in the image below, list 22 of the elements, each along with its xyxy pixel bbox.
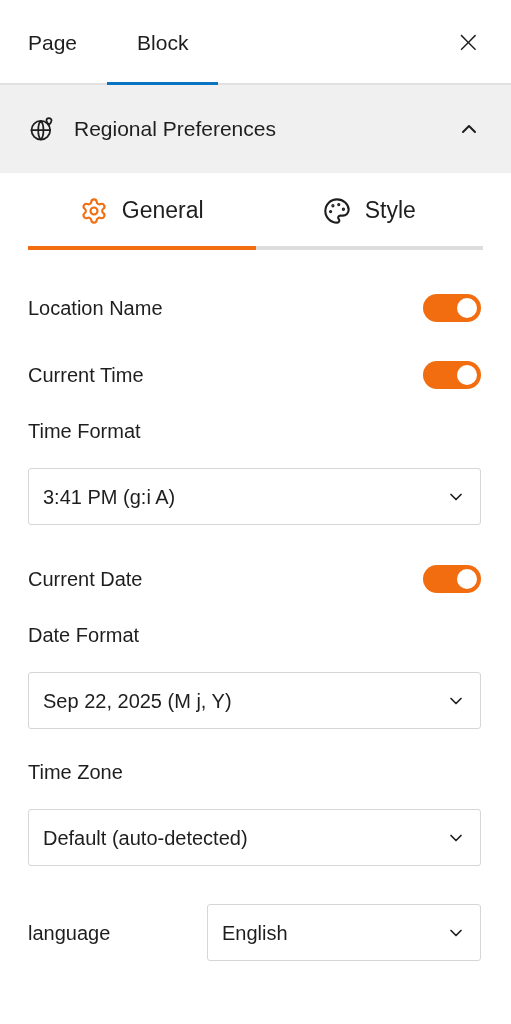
top-tab[interactable]: Page — [28, 0, 108, 85]
toggle-switch[interactable] — [423, 293, 481, 322]
setting-label: language — [28, 920, 112, 946]
close-button[interactable]: × — [455, 26, 481, 57]
dropdown-select[interactable]: Default (auto-detected) — [28, 809, 481, 866]
panel-header[interactable]: Regional Preferences — [0, 85, 511, 173]
section-tab[interactable]: Style — [255, 175, 483, 250]
palette-icon — [322, 196, 351, 225]
section-tab[interactable]: General — [28, 175, 256, 250]
setting-label: Current Date — [28, 566, 143, 592]
setting-label: Time Format — [28, 419, 142, 444]
setting-label: Location Name — [28, 295, 163, 321]
dropdown-select[interactable]: Sep 22, 2025 (M j, Y) — [28, 672, 481, 729]
setting-label: Current Time — [28, 362, 144, 388]
toggle-switch[interactable] — [423, 360, 481, 389]
setting-label: Time Zone — [28, 760, 124, 785]
gear-icon — [79, 196, 108, 225]
setting-label: Date Format — [28, 623, 141, 648]
dropdown-select[interactable]: English — [207, 904, 481, 961]
toggle-switch[interactable] — [423, 564, 481, 593]
panel-title: Regional Preferences — [74, 116, 277, 143]
dropdown-select[interactable]: 3:41 PM (g:i A) — [28, 468, 481, 525]
